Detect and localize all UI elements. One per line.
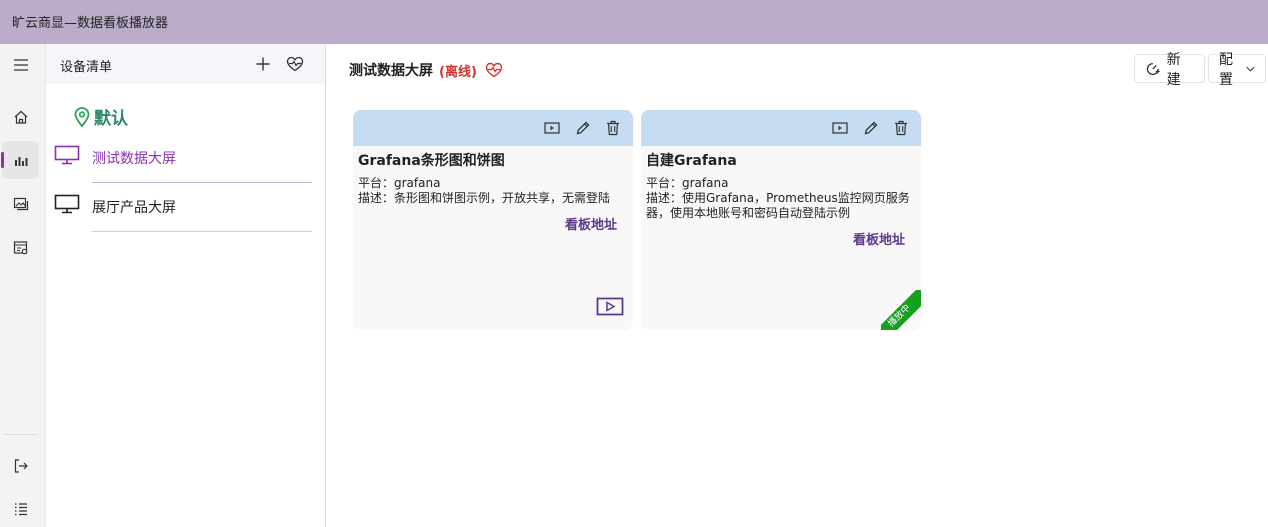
page-title: 测试数据大屏 [349, 63, 433, 79]
play-icon [544, 122, 560, 134]
list-view-button[interactable] [2, 490, 39, 527]
device-divider [92, 182, 312, 183]
card-platform: 平台：grafana [358, 176, 441, 190]
card-platform: 平台：grafana [646, 176, 729, 190]
new-dashboard-icon [1146, 62, 1160, 75]
nav-rail [0, 44, 46, 527]
monitor-icon [54, 145, 80, 165]
edit-button[interactable] [574, 120, 592, 136]
main-content: 测试数据大屏 (离线) 新建 配置 Grafana条形图和饼图 平台：grafa… [327, 44, 1268, 527]
card-title: Grafana条形图和饼图 [358, 153, 505, 169]
edit-button[interactable] [862, 120, 880, 136]
delete-button[interactable] [604, 120, 622, 136]
logout-button[interactable] [2, 447, 39, 485]
card-play-button[interactable] [596, 297, 624, 321]
device-item-showroom-screen[interactable]: 展厅产品大屏 [54, 184, 312, 232]
device-name: 展厅产品大屏 [92, 200, 176, 216]
title-bar: 旷云商显—数据看板播放器 [0, 0, 1268, 44]
device-name: 测试数据大屏 [92, 151, 176, 167]
pencil-icon [576, 121, 590, 135]
window-title: 旷云商显—数据看板播放器 [12, 16, 169, 31]
play-button[interactable] [543, 120, 561, 136]
device-title-bar: 测试数据大屏 (离线) [349, 60, 503, 80]
dashboard-link[interactable]: 看板地址 [853, 229, 905, 248]
trash-icon [895, 120, 907, 136]
trash-icon [607, 120, 619, 136]
card-title: 自建Grafana [646, 153, 737, 169]
device-item-test-screen[interactable]: 测试数据大屏 [54, 135, 312, 183]
monitor-icon [54, 194, 80, 214]
device-panel-title: 设备清单 [60, 60, 113, 75]
plus-icon [256, 57, 270, 71]
chevron-down-icon [1246, 66, 1255, 72]
device-divider [92, 231, 312, 232]
device-panel-header: 设备清单 [46, 44, 325, 84]
config-label: 配置 [1219, 51, 1233, 88]
card-toolbar [641, 110, 921, 146]
nav-settings-panel-button[interactable] [2, 229, 39, 267]
card-toolbar [353, 110, 633, 146]
status-badge: (离线) [439, 64, 477, 80]
heartbeat-button[interactable] [285, 54, 305, 74]
list-icon [14, 503, 27, 516]
config-dropdown[interactable]: 配置 [1208, 52, 1266, 88]
play-icon [596, 297, 624, 316]
rail-divider [4, 434, 38, 435]
new-button-label: 新建 [1166, 51, 1181, 88]
device-panel: 设备清单 默认 测试数据大屏 展厅产品大屏 [46, 44, 326, 527]
delete-button[interactable] [892, 120, 910, 136]
group-name: 默认 [94, 109, 128, 129]
bar-chart-icon [14, 157, 27, 166]
logout-icon [14, 459, 28, 473]
home-icon [14, 110, 27, 124]
nav-gallery-button[interactable] [2, 185, 39, 223]
panel-settings-icon [13, 241, 27, 255]
hamburger-icon [13, 59, 28, 71]
new-button[interactable]: 新建 [1134, 52, 1205, 88]
card-description: 描述：条形图和饼图示例，开放共享，无需登陆 [358, 191, 611, 205]
play-icon [832, 122, 848, 134]
location-pin-icon [74, 106, 90, 127]
dashboard-card[interactable]: Grafana条形图和饼图 平台：grafana 描述：条形图和饼图示例，开放共… [353, 110, 633, 330]
image-gallery-icon [13, 197, 28, 211]
dashboard-card[interactable]: 自建Grafana 平台：grafana 描述：使用Grafana，Promet… [641, 110, 921, 330]
playing-badge-label: 播放中 [881, 290, 921, 330]
nav-home-button[interactable] [2, 98, 39, 136]
dashboard-link[interactable]: 看板地址 [565, 214, 617, 233]
heart-pulse-icon [286, 56, 304, 72]
card-description: 描述：使用Grafana，Prometheus监控网页服务器，使用本地账号和密码… [646, 191, 910, 220]
play-button[interactable] [831, 120, 849, 136]
playing-badge: 播放中 [881, 290, 921, 330]
device-group-default[interactable]: 默认 [74, 104, 128, 129]
pencil-icon [864, 121, 878, 135]
add-device-button[interactable] [253, 54, 273, 74]
hamburger-menu-button[interactable] [2, 46, 39, 84]
heartbeat-status-icon [485, 62, 503, 78]
nav-dashboard-button[interactable] [1, 141, 39, 179]
